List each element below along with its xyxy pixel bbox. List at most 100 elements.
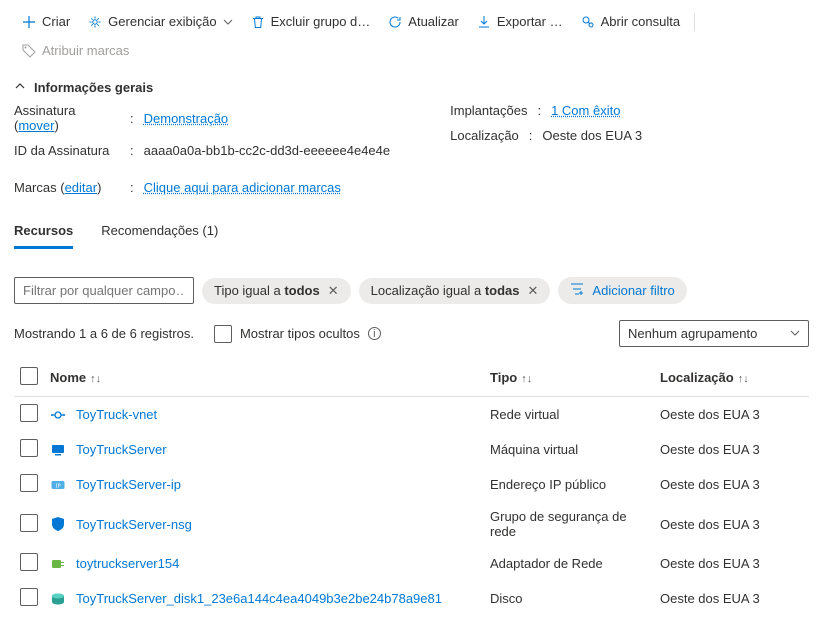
col-location[interactable]: Localização↑↓ xyxy=(654,359,809,397)
subscription-link[interactable]: Demonstração xyxy=(144,111,229,126)
resource-type: Máquina virtual xyxy=(484,432,654,467)
info-icon[interactable]: i xyxy=(368,327,381,340)
resource-type-icon xyxy=(50,442,66,458)
row-checkbox[interactable] xyxy=(20,404,38,422)
chevron-up-icon xyxy=(14,80,26,95)
table-row: ToyTruckServer-nsg Grupo de segurança de … xyxy=(14,502,809,546)
grouping-value: Nenhum agrupamento xyxy=(628,326,757,341)
grouping-select[interactable]: Nenhum agrupamento xyxy=(619,320,809,347)
manage-view-button[interactable]: Gerenciar exibição xyxy=(80,8,240,35)
close-icon[interactable]: ✕ xyxy=(528,283,539,299)
resource-link[interactable]: ToyTruckServer-nsg xyxy=(76,517,192,532)
add-filter-button[interactable]: Adicionar filtro xyxy=(558,277,686,304)
deployments-row: Implantações : 1 Com êxito xyxy=(450,103,642,118)
filter-pill-location[interactable]: Localização igual a todas ✕ xyxy=(359,278,551,304)
export-button[interactable]: Exportar … xyxy=(469,8,571,35)
resource-link[interactable]: ToyTruck-vnet xyxy=(76,407,157,422)
table-header-row: Nome↑↓ Tipo↑↓ Localização↑↓ xyxy=(14,359,809,397)
toolbar-divider xyxy=(694,13,695,31)
table-row: ToyTruck-vnet Rede virtualOeste dos EUA 3 xyxy=(14,397,809,433)
delete-group-button[interactable]: Excluir grupo d… xyxy=(243,8,379,35)
sort-icon: ↑↓ xyxy=(90,373,101,385)
resource-location: Oeste dos EUA 3 xyxy=(654,546,809,581)
filter-pill-type[interactable]: Tipo igual a todos ✕ xyxy=(202,278,351,304)
resource-location: Oeste dos EUA 3 xyxy=(654,397,809,433)
resource-location: Oeste dos EUA 3 xyxy=(654,467,809,502)
deployments-link[interactable]: 1 Com êxito xyxy=(551,103,620,118)
subscription-row: Assinatura (mover) : Demonstração xyxy=(14,103,390,133)
subscription-id-value: aaaa0a0a-bb1b-cc2c-dd3d-eeeeee4e4e4e xyxy=(144,143,391,158)
resource-link[interactable]: ToyTruckServer_disk1_23e6a144c4ea4049b3e… xyxy=(76,591,442,606)
chevron-down-icon xyxy=(223,17,233,27)
tag-icon xyxy=(22,44,36,58)
table-row: ToyTruckServer Máquina virtualOeste dos E… xyxy=(14,432,809,467)
resource-type: Endereço IP público xyxy=(484,467,654,502)
section-title: Informações gerais xyxy=(34,80,153,95)
resource-type-icon xyxy=(50,591,66,607)
record-count: Mostrando 1 a 6 de 6 registros. xyxy=(14,326,194,341)
resource-link[interactable]: toytruckserver154 xyxy=(76,556,179,571)
location-row: Localização : Oeste dos EUA 3 xyxy=(450,128,642,143)
close-icon[interactable]: ✕ xyxy=(328,283,339,299)
resource-type: Disco xyxy=(484,581,654,616)
svg-text:IP: IP xyxy=(55,483,61,489)
resource-link[interactable]: ToyTruckServer-ip xyxy=(76,477,181,492)
open-query-button[interactable]: Abrir consulta xyxy=(573,8,688,35)
table-row: ToyTruckServer_disk1_23e6a144c4ea4049b3e… xyxy=(14,581,809,616)
tags-key: Marcas (editar) xyxy=(14,180,120,195)
filter-icon xyxy=(570,282,584,299)
show-hidden-checkbox[interactable] xyxy=(214,325,232,343)
deployments-key: Implantações xyxy=(450,103,527,118)
refresh-button[interactable]: Atualizar xyxy=(380,8,467,35)
row-checkbox[interactable] xyxy=(20,474,38,492)
subscription-key: Assinatura (mover) xyxy=(14,103,120,133)
col-type[interactable]: Tipo↑↓ xyxy=(484,359,654,397)
resource-location: Oeste dos EUA 3 xyxy=(654,432,809,467)
tab-resources[interactable]: Recursos xyxy=(14,223,73,249)
filter-input[interactable] xyxy=(14,277,194,304)
delete-group-label: Excluir grupo d… xyxy=(271,14,371,29)
tabs: Recursos Recomendações (1) xyxy=(0,205,823,249)
add-filter-label: Adicionar filtro xyxy=(592,283,674,298)
trash-icon xyxy=(251,15,265,29)
create-button[interactable]: Criar xyxy=(14,8,78,35)
gear-icon xyxy=(88,15,102,29)
resource-link[interactable]: ToyTruckServer xyxy=(76,442,167,457)
toolbar: Criar Gerenciar exibição Excluir grupo d… xyxy=(0,0,823,72)
download-icon xyxy=(477,15,491,29)
tab-recommendations[interactable]: Recomendações (1) xyxy=(101,223,218,249)
resource-type: Grupo de segurança de rede xyxy=(484,502,654,546)
assign-tags-label: Atribuir marcas xyxy=(42,43,129,58)
filter-pill-location-text: Localização igual a todas xyxy=(371,283,520,298)
move-link[interactable]: mover xyxy=(18,118,54,133)
add-tags-link[interactable]: Clique aqui para adicionar marcas xyxy=(144,180,341,195)
row-checkbox[interactable] xyxy=(20,514,38,532)
resource-type: Adaptador de Rede xyxy=(484,546,654,581)
sort-icon: ↑↓ xyxy=(521,373,532,385)
query-icon xyxy=(581,15,595,29)
essentials-left: Assinatura (mover) : Demonstração ID da … xyxy=(14,103,390,195)
refresh-label: Atualizar xyxy=(408,14,459,29)
section-header[interactable]: Informações gerais xyxy=(0,72,823,99)
status-bar: Mostrando 1 a 6 de 6 registros. Mostrar … xyxy=(0,312,823,351)
filter-bar: Tipo igual a todos ✕ Localização igual a… xyxy=(0,249,823,312)
row-checkbox[interactable] xyxy=(20,439,38,457)
col-name[interactable]: Nome↑↓ xyxy=(44,359,484,397)
resource-type-icon xyxy=(50,516,66,532)
row-checkbox[interactable] xyxy=(20,553,38,571)
essentials: Assinatura (mover) : Demonstração ID da … xyxy=(0,99,823,205)
chevron-down-icon xyxy=(790,326,800,341)
filter-pill-type-text: Tipo igual a todos xyxy=(214,283,320,298)
row-checkbox[interactable] xyxy=(20,588,38,606)
location-value: Oeste dos EUA 3 xyxy=(542,128,642,143)
select-all-checkbox[interactable] xyxy=(20,367,38,385)
resource-type: Rede virtual xyxy=(484,397,654,433)
essentials-right: Implantações : 1 Com êxito Localização :… xyxy=(450,103,642,195)
open-query-label: Abrir consulta xyxy=(601,14,680,29)
edit-tags-link[interactable]: editar xyxy=(65,180,98,195)
resource-type-icon xyxy=(50,407,66,423)
table-row: IP ToyTruckServer-ip Endereço IP públicoOe… xyxy=(14,467,809,502)
assign-tags-button: Atribuir marcas xyxy=(14,37,137,64)
plus-icon xyxy=(22,15,36,29)
table-row: toytruckserver154 Adaptador de RedeOeste … xyxy=(14,546,809,581)
